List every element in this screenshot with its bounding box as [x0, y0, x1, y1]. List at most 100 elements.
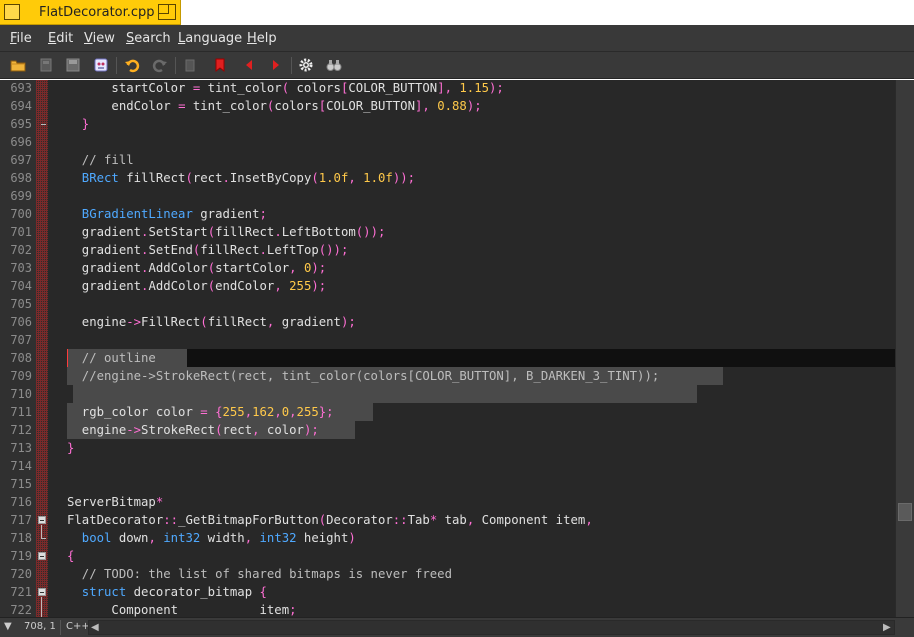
code-token: gradient — [192, 207, 260, 221]
menu-item-view[interactable]: View — [84, 31, 115, 46]
code-token: , — [274, 279, 282, 293]
vertical-scrollbar[interactable] — [895, 80, 914, 617]
code-line[interactable] — [48, 457, 895, 475]
prev-bookmark-icon[interactable] — [240, 56, 258, 74]
language-indicator[interactable]: C++ — [66, 621, 90, 632]
disk-stack-icon[interactable] — [37, 56, 55, 74]
menu-item-edit[interactable]: Edit — [48, 31, 73, 46]
code-line[interactable]: // fill — [48, 151, 895, 169]
code-token: engine — [67, 423, 127, 437]
menu-label: dit — [56, 31, 74, 46]
code-line[interactable]: gradient.SetStart(fillRect.LeftBottom())… — [48, 223, 895, 241]
code-token: = — [200, 405, 208, 419]
code-token: 0 — [296, 261, 312, 275]
close-box-icon[interactable] — [4, 4, 20, 20]
code-token: decorator_bitmap — [126, 585, 260, 599]
code-line[interactable] — [48, 133, 895, 151]
resize-corner[interactable] — [895, 620, 914, 635]
scroll-right-arrow-icon[interactable]: ▶ — [883, 622, 891, 633]
code-token: down — [111, 531, 149, 545]
code-token: // outline — [67, 351, 156, 365]
code-token: , — [289, 405, 297, 419]
settings-gear-icon[interactable] — [297, 56, 315, 74]
code-line[interactable]: } — [48, 439, 895, 457]
fold-guide-line — [41, 525, 42, 538]
code-token: , — [244, 531, 253, 545]
current-line-highlight — [67, 349, 895, 367]
binoculars-icon[interactable] — [325, 56, 343, 74]
code-line[interactable]: //engine->StrokeRect(rect, tint_color(co… — [48, 367, 895, 385]
code-token: 255 — [222, 405, 245, 419]
code-line[interactable]: BGradientLinear gradient; — [48, 205, 895, 223]
redo-icon[interactable] — [151, 56, 169, 74]
horizontal-scrollbar[interactable]: ◀ ▶ — [88, 620, 895, 635]
code-line[interactable]: gradient.AddColor(startColor, 0); — [48, 259, 895, 277]
line-number: 717 — [10, 513, 32, 527]
menu-item-file[interactable]: File — [10, 31, 32, 46]
code-line[interactable]: engine->FillRect(fillRect, gradient); — [48, 313, 895, 331]
zoom-box-icon[interactable] — [158, 4, 176, 20]
code-line[interactable] — [48, 187, 895, 205]
code-line[interactable]: BRect fillRect(rect.InsetByCopy(1.0f, 1.… — [48, 169, 895, 187]
code-token: Component item — [67, 603, 290, 617]
save-icon[interactable] — [64, 56, 82, 74]
menu-label: iew — [92, 31, 115, 46]
fold-collapse-icon[interactable] — [38, 516, 46, 524]
code-line[interactable]: // TODO: the list of shared bitmaps is n… — [48, 565, 895, 583]
code-line[interactable]: rgb_color color = {255,162,0,255}; — [48, 403, 895, 421]
code-line[interactable] — [48, 385, 895, 403]
code-line[interactable]: // outline — [48, 349, 895, 367]
code-text: Component item; — [67, 601, 296, 617]
code-line[interactable]: { — [48, 547, 895, 565]
code-line[interactable]: engine->StrokeRect(rect, color); — [48, 421, 895, 439]
code-token: FlatDecorator — [67, 513, 164, 527]
paste-icon[interactable] — [181, 56, 199, 74]
toolbar-separator — [175, 57, 176, 74]
code-line[interactable]: startColor = tint_color( colors[COLOR_BU… — [48, 80, 895, 97]
code-line[interactable] — [48, 475, 895, 493]
code-editor[interactable]: 693 startColor = tint_color( colors[COLO… — [0, 80, 895, 617]
code-token: , — [585, 513, 593, 527]
print-icon[interactable] — [92, 56, 110, 74]
code-token: BGradientLinear — [67, 207, 193, 221]
code-line[interactable]: struct decorator_bitmap { — [48, 583, 895, 601]
code-text: engine->FillRect(fillRect, gradient); — [67, 313, 356, 331]
code-token: { — [207, 405, 223, 419]
code-line[interactable]: ServerBitmap* — [48, 493, 895, 511]
code-token: engine — [67, 315, 127, 329]
code-line[interactable]: bool down, int32 width, int32 height) — [48, 529, 895, 547]
bookmark-icon[interactable] — [211, 56, 229, 74]
code-token: colors — [274, 99, 319, 113]
code-text: gradient.AddColor(endColor, 255); — [67, 277, 326, 295]
code-line[interactable]: gradient.SetEnd(fillRect.LeftTop()); — [48, 241, 895, 259]
code-token: { — [67, 549, 75, 563]
code-text: gradient.AddColor(startColor, 0); — [67, 259, 326, 277]
code-line[interactable]: Component item; — [48, 601, 895, 617]
line-number: 719 — [10, 549, 32, 563]
menu-item-help[interactable]: Help — [247, 31, 277, 46]
code-token: ServerBitmap — [67, 495, 156, 509]
code-line[interactable]: endColor = tint_color(colors[COLOR_BUTTO… — [48, 97, 895, 115]
undo-icon[interactable] — [123, 56, 141, 74]
next-bookmark-icon[interactable] — [267, 56, 285, 74]
code-line[interactable] — [48, 295, 895, 313]
scroll-left-arrow-icon[interactable]: ◀ — [91, 622, 99, 633]
menu-item-search[interactable]: Search — [126, 31, 171, 46]
status-menu-arrow-icon[interactable]: ▼ — [4, 621, 12, 632]
fold-margin[interactable] — [36, 80, 48, 617]
window-tab[interactable]: FlatDecorator.cpp — [0, 0, 181, 25]
code-token: AddColor — [148, 279, 208, 293]
open-folder-icon[interactable] — [9, 56, 27, 74]
line-number: 712 — [10, 423, 32, 437]
line-number: 704 — [10, 279, 32, 293]
code-line[interactable]: gradient.AddColor(endColor, 255); — [48, 277, 895, 295]
code-line[interactable] — [48, 331, 895, 349]
code-token: AddColor — [148, 261, 208, 275]
code-line[interactable]: } — [48, 115, 895, 133]
code-line[interactable]: FlatDecorator::_GetBitmapForButton(Decor… — [48, 511, 895, 529]
menu-item-language[interactable]: Language — [178, 31, 242, 46]
code-token: FillRect — [141, 315, 201, 329]
fold-collapse-icon[interactable] — [38, 552, 46, 560]
vertical-scrollbar-thumb[interactable] — [898, 503, 912, 521]
fold-collapse-icon[interactable] — [38, 588, 46, 596]
